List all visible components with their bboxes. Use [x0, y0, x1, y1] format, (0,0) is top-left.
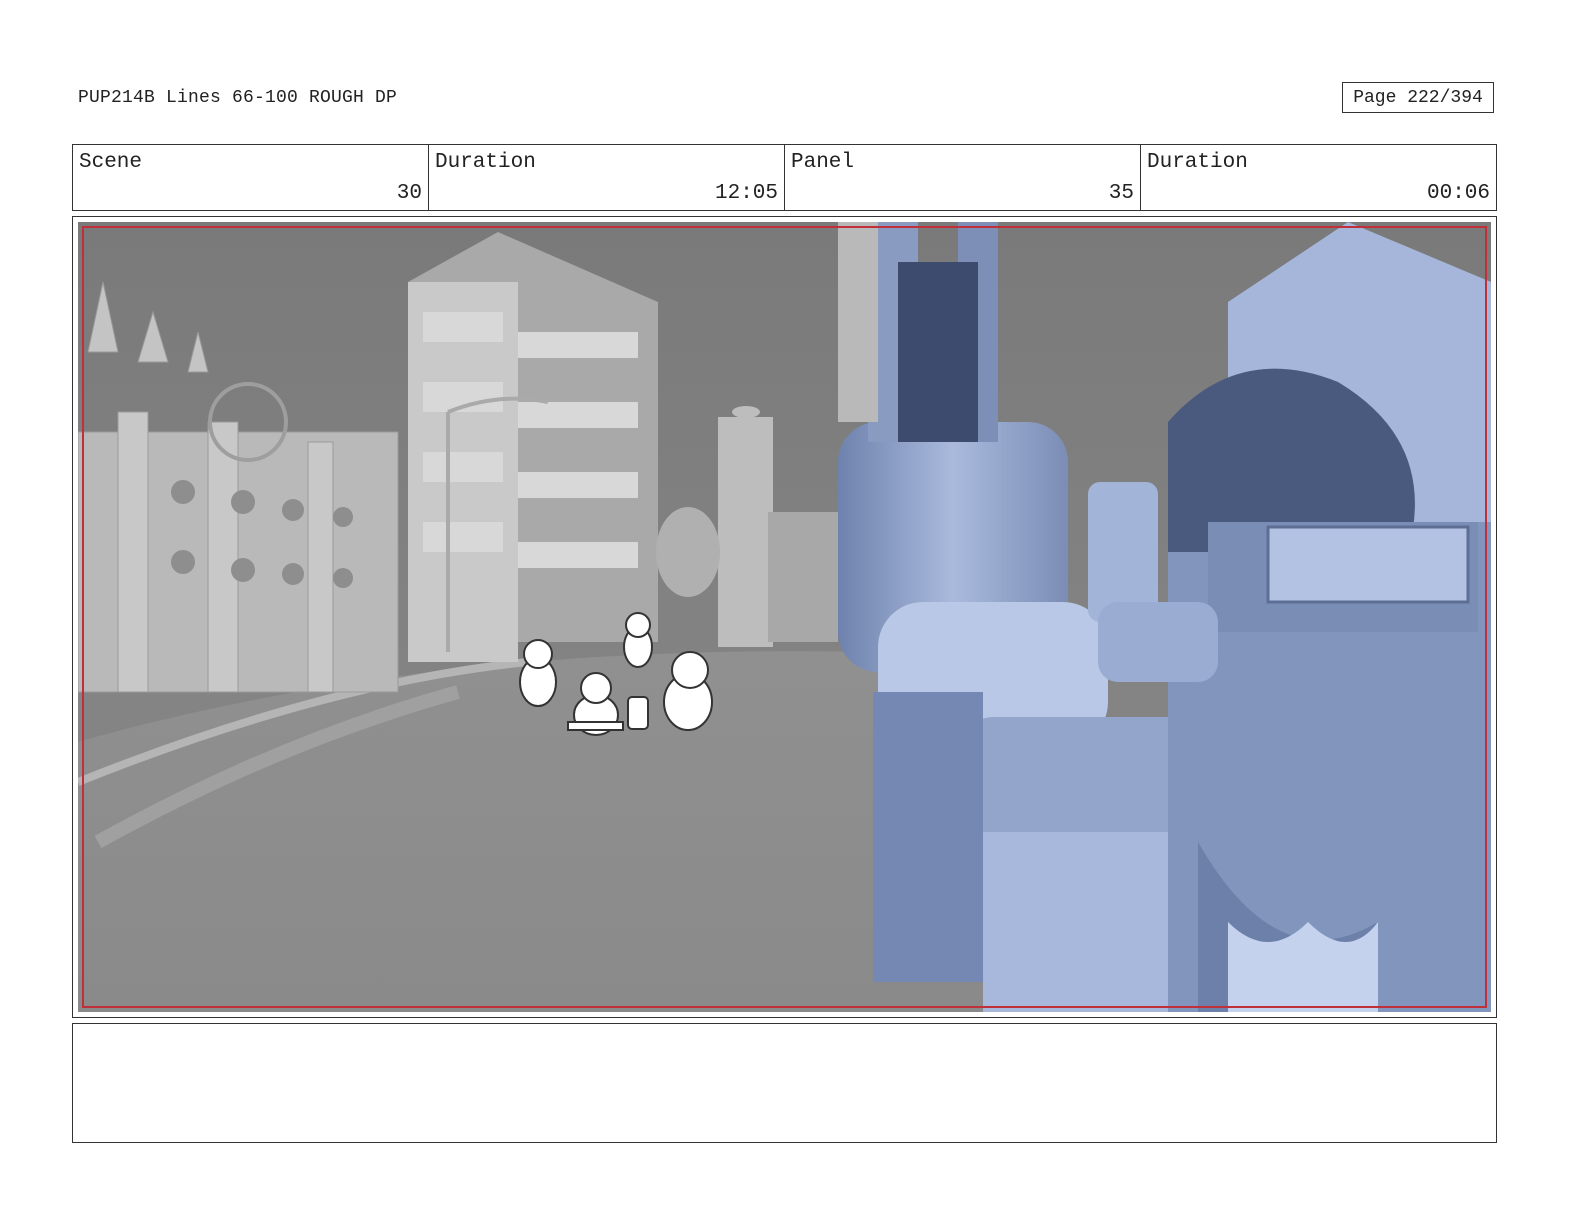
document-title: PUP214B Lines 66-100 ROUGH DP [78, 88, 398, 108]
panel-label: Panel [791, 151, 855, 174]
storyboard-panel-frame [72, 216, 1497, 1018]
scene-duration-cell: Duration 12:05 [429, 145, 785, 210]
panel-duration-label: Duration [1147, 151, 1248, 174]
scene-duration-value: 12:05 [714, 182, 778, 205]
panel-duration-cell: Duration 00:06 [1141, 145, 1496, 210]
storyboard-panel-image [78, 222, 1491, 1012]
apartment-building [408, 232, 658, 662]
panel-value: 35 [1108, 182, 1134, 205]
panel-info-table: Scene 30 Duration 12:05 Panel 35 Duratio… [72, 144, 1497, 211]
panel-cell: Panel 35 [785, 145, 1141, 210]
scene-cell: Scene 30 [73, 145, 429, 210]
page-number: Page 222/394 [1342, 82, 1494, 113]
scene-duration-label: Duration [435, 151, 536, 174]
panel-duration-value: 00:06 [1426, 182, 1490, 205]
scene-label: Scene [79, 151, 143, 174]
scene-value: 30 [396, 182, 422, 205]
panel-notes-box [72, 1023, 1497, 1143]
